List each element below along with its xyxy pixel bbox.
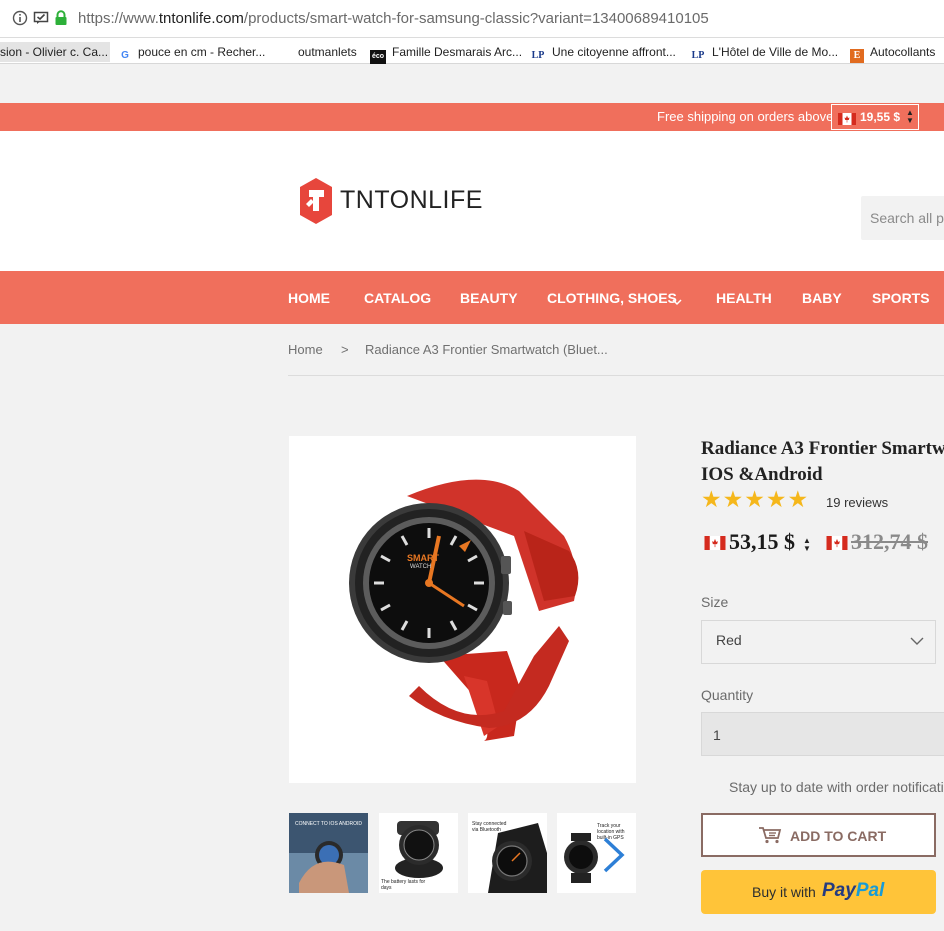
bookmark-label: Une citoyenne affront...: [552, 45, 676, 59]
cart-icon: [758, 826, 782, 849]
announcement-text: Free shipping on orders above: [657, 109, 834, 124]
nav-health[interactable]: HEALTH: [716, 290, 772, 306]
thumbnail-caption: The battery lasts for days: [381, 879, 426, 891]
nav-chevron-down-icon[interactable]: [672, 293, 682, 311]
thumbnail-3[interactable]: Stay connected via Bluetooth: [468, 813, 547, 893]
chevron-down-icon: [910, 637, 924, 645]
compare-at-price: 312,74 $: [851, 529, 928, 554]
size-selected-value: Red: [716, 632, 742, 648]
breadcrumb-divider: [288, 375, 944, 376]
site-header: TNTONLIFE Search all pr: [0, 131, 944, 271]
nav-beauty[interactable]: BEAUTY: [460, 290, 518, 306]
star-rating-icon: ★★★★★: [701, 486, 810, 512]
canada-flag-icon: [704, 536, 726, 555]
url-prefix: https://www.: [78, 10, 159, 27]
etsy-icon: E: [850, 49, 864, 63]
paypal-button[interactable]: Buy it with PayPal: [701, 870, 936, 914]
add-to-cart-button[interactable]: ADD TO CART: [701, 813, 936, 857]
tracking-protection-icon[interactable]: [33, 10, 49, 30]
updown-arrows-icon: ▲ ▼: [906, 108, 914, 125]
bookmark-label: outmanlets: [298, 45, 357, 59]
bookmark-item[interactable]: LP L'Hôtel de Ville de Mo...: [690, 42, 839, 62]
search-input[interactable]: Search all pr: [870, 210, 944, 226]
size-label: Size: [701, 594, 729, 610]
canada-flag-icon: [826, 536, 848, 555]
quantity-label: Quantity: [701, 687, 754, 703]
product-title-line: IOS &Android: [701, 464, 823, 485]
bookmarks-bar: sion - Olivier c. Ca... Gpouce en cm - R…: [0, 38, 944, 64]
reviews-link[interactable]: 19 reviews: [826, 495, 888, 510]
bookmark-label: sion - Olivier c. Ca...: [0, 45, 109, 59]
watch-subtext: WATCH: [410, 564, 432, 570]
lp-favicon-icon: LP: [531, 50, 545, 61]
product-title-line: Radiance A3 Frontier Smartwa: [701, 438, 944, 459]
bookmark-item[interactable]: E Autocollants: [850, 42, 936, 63]
bookmark-item[interactable]: Gpouce en cm - Recher...: [118, 42, 265, 62]
bookmark-item[interactable]: éco Famille Desmarais Arc...: [370, 42, 523, 64]
thumbnail-caption: CONNECT TO IOS ANDROID: [295, 821, 362, 827]
nav-baby[interactable]: BABY: [802, 290, 842, 306]
canada-flag-icon: [838, 112, 856, 130]
bookmark-item[interactable]: outmanlets: [298, 42, 357, 62]
eco-favicon-icon: éco: [370, 50, 386, 64]
currency-toggle-icon[interactable]: ▲ ▼: [803, 537, 811, 553]
info-icon[interactable]: [12, 10, 28, 30]
sale-price: 53,15 $: [729, 529, 795, 554]
google-icon: G: [121, 50, 129, 61]
nav-home[interactable]: HOME: [288, 290, 330, 306]
quantity-input[interactable]: 1: [701, 712, 944, 756]
thumbnail-caption: Stay connected via Bluetooth: [472, 821, 507, 833]
product-main-image[interactable]: SMART WATCH: [289, 436, 636, 783]
address-bar[interactable]: https://www.tntonlife.com/products/smart…: [0, 0, 944, 38]
thumbnail-1[interactable]: CONNECT TO IOS ANDROID: [289, 813, 368, 893]
breadcrumb-current: Radiance A3 Frontier Smartwatch (Bluet..…: [365, 342, 608, 357]
announcement-bar: Free shipping on orders above: [0, 103, 944, 131]
nav-sports[interactable]: SPORTS: [872, 290, 930, 306]
bookmark-label: pouce en cm - Recher...: [138, 45, 266, 59]
add-to-cart-label: ADD TO CART: [790, 828, 887, 844]
bookmark-label: Famille Desmarais Arc...: [392, 45, 523, 59]
search-field[interactable]: Search all pr: [861, 196, 944, 240]
thumbnail-2[interactable]: The battery lasts for days: [379, 813, 458, 893]
logo-icon[interactable]: [297, 176, 335, 231]
paypal-logo-text: PayPal: [822, 880, 884, 902]
currency-selector[interactable]: 19,55 $ ▲ ▼: [831, 104, 919, 130]
quantity-value: 1: [713, 727, 721, 743]
watch-brand-text: SMART: [407, 553, 439, 563]
bookmark-label: L'Hôtel de Ville de Mo...: [712, 45, 839, 59]
logo-text[interactable]: TNTONLIFE: [340, 186, 483, 215]
paypal-button-prefix: Buy it with: [752, 884, 816, 900]
url-domain: tntonlife.com: [158, 10, 244, 27]
bookmark-item[interactable]: LP Une citoyenne affront...: [530, 42, 676, 62]
bookmark-label: Autocollants: [870, 45, 936, 59]
size-select[interactable]: Red: [701, 620, 936, 664]
paypal-logo-pal: Pal: [855, 880, 885, 901]
nav-clothing-shoes[interactable]: CLOTHING, SHOES: [547, 290, 677, 306]
paypal-logo-pay: Pay: [822, 880, 856, 901]
nav-catalog[interactable]: CATALOG: [364, 290, 431, 306]
carousel-next-arrow-icon[interactable]: [601, 836, 627, 879]
currency-amount: 19,55 $: [860, 110, 901, 124]
product-title: Radiance A3 Frontier Smartwa IOS &Androi…: [701, 436, 944, 488]
bookmark-item[interactable]: sion - Olivier c. Ca...: [0, 42, 110, 62]
notification-opt-in-text[interactable]: Stay up to date with order notificati: [729, 779, 944, 795]
main-nav: HOME CATALOG BEAUTY CLOTHING, SHOES HEAL…: [0, 271, 944, 324]
lock-icon[interactable]: [54, 10, 68, 30]
breadcrumb-home[interactable]: Home: [288, 342, 323, 357]
breadcrumb-separator: >: [341, 342, 349, 357]
url-text[interactable]: https://www.tntonlife.com/products/smart…: [78, 10, 709, 27]
url-path: /products/smart-watch-for-samsung-classi…: [243, 10, 709, 27]
lp-favicon-icon: LP: [691, 50, 705, 61]
